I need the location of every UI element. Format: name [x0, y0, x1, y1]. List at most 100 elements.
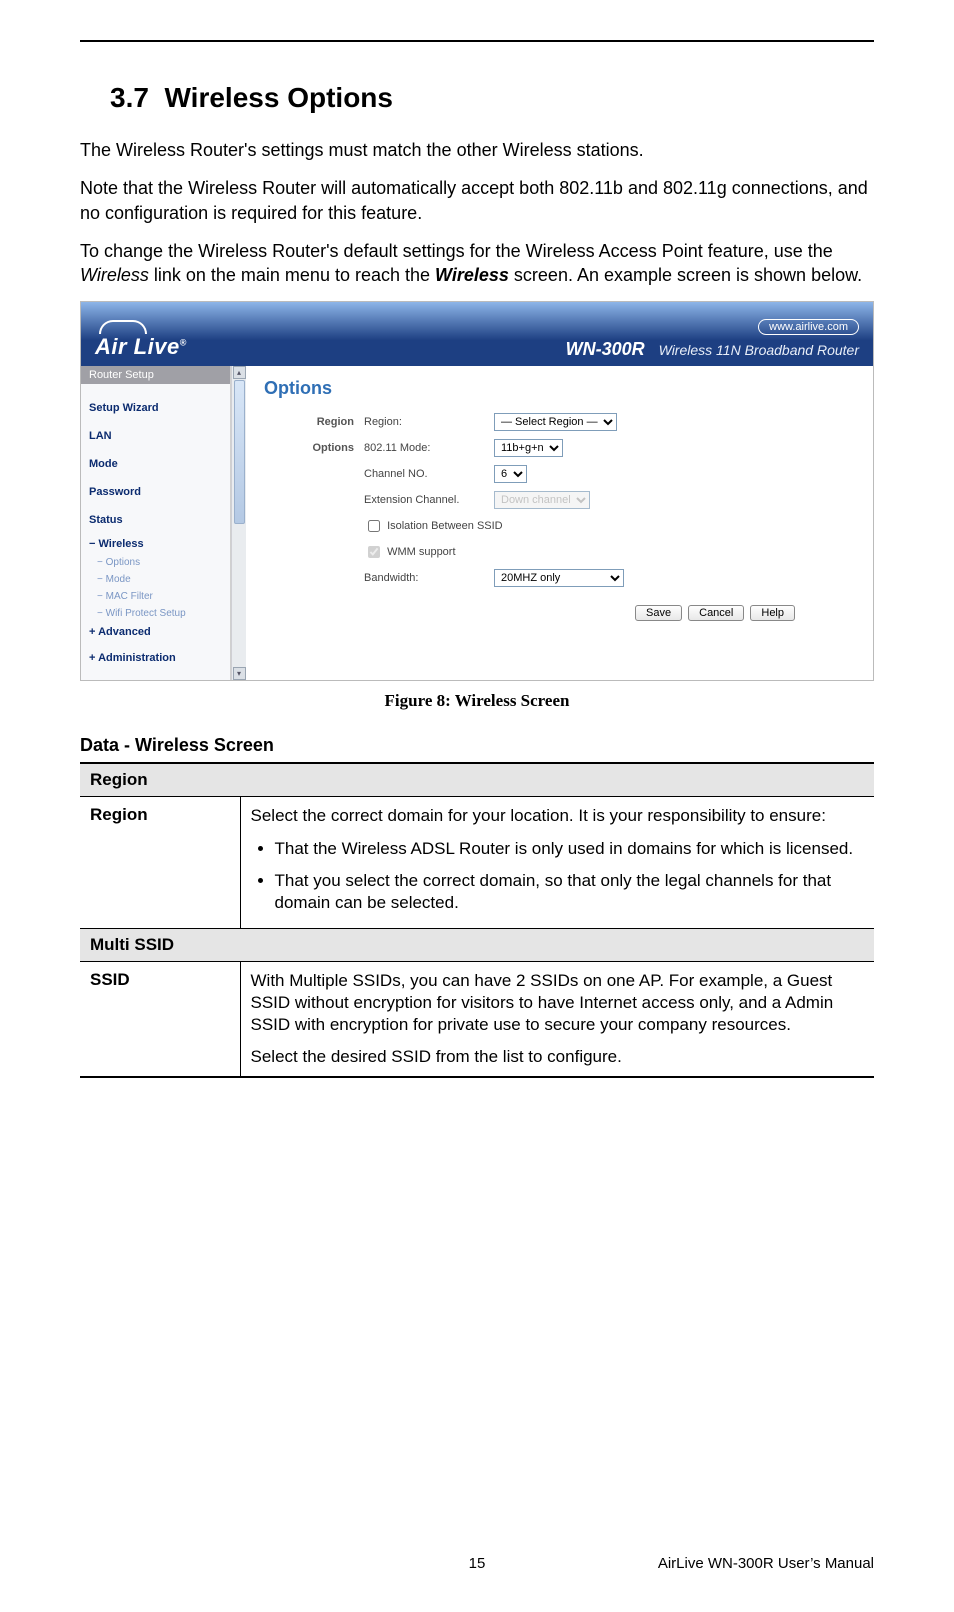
sidebar-item-setup-wizard[interactable]: Setup Wizard	[89, 394, 222, 422]
wmm-label: WMM support	[387, 546, 455, 558]
wmm-row: WMM support	[364, 543, 855, 561]
section-number: 3.7	[110, 82, 149, 113]
data-table: Region Region Select the correct domain …	[80, 762, 874, 1078]
table-row-ssid: SSID With Multiple SSIDs, you can have 2…	[80, 961, 874, 1077]
options-section-label: Options	[264, 442, 364, 454]
row-content: With Multiple SSIDs, you can have 2 SSID…	[240, 961, 874, 1077]
help-button[interactable]: Help	[750, 605, 795, 621]
advanced-prefix: +	[89, 626, 95, 638]
region-section-label: Region	[264, 416, 364, 428]
region-select[interactable]: — Select Region —	[494, 413, 617, 431]
sub-label: MAC Filter	[106, 591, 153, 602]
bandwidth-select[interactable]: 20MHZ only	[494, 569, 624, 587]
advanced-label: Advanced	[98, 626, 151, 638]
ext-channel-select: Down channel	[494, 491, 590, 509]
sub-prefix: −	[97, 574, 103, 585]
sidebar-list: Setup Wizard LAN Mode Password Status − …	[81, 384, 230, 680]
channel-field-label: Channel NO.	[364, 468, 494, 480]
sub-label: Mode	[106, 574, 131, 585]
button-row: Save Cancel Help	[264, 605, 855, 621]
paragraph-1: The Wireless Router's settings must matc…	[80, 138, 874, 162]
sidebar-group-admin[interactable]: + Administration	[89, 642, 222, 668]
router-sidebar: Router Setup Setup Wizard LAN Mode Passw…	[81, 366, 231, 680]
section-title-text: Wireless Options	[165, 82, 393, 113]
logo-text: Air Live	[95, 334, 180, 359]
url-pill[interactable]: www.airlive.com	[758, 319, 859, 335]
router-body: Router Setup Setup Wizard LAN Mode Passw…	[81, 366, 873, 680]
sidebar-item-status[interactable]: Status	[89, 506, 222, 534]
wireless-prefix: −	[89, 538, 95, 550]
row2-p1: With Multiple SSIDs, you can have 2 SSID…	[251, 970, 865, 1036]
form-grid: Region Region: — Select Region — Options…	[264, 413, 855, 587]
figure-caption: Figure 8: Wireless Screen	[80, 691, 874, 711]
save-button[interactable]: Save	[635, 605, 682, 621]
sidebar-group-wireless[interactable]: − Wireless	[89, 534, 222, 554]
sidebar-sub-mac-filter[interactable]: − MAC Filter	[89, 588, 222, 605]
table-row-region: Region Select the correct domain for you…	[80, 797, 874, 928]
row1-p1: Select the correct domain for your locat…	[251, 805, 865, 827]
router-header: Air Live® www.airlive.com WN-300R Wirele…	[81, 302, 873, 366]
sidebar-sub-options[interactable]: − Options	[89, 554, 222, 571]
section-label: Region	[80, 763, 874, 797]
wireless-strong: Wireless	[435, 265, 509, 285]
scroll-up-icon[interactable]: ▴	[233, 366, 246, 379]
model-desc: Wireless 11N Broadband Router	[659, 342, 859, 358]
section-title: 3.7 Wireless Options	[110, 82, 874, 114]
mode-field-label: 802.11 Mode:	[364, 442, 494, 454]
table-section-multissid: Multi SSID	[80, 928, 874, 961]
row-label: Region	[80, 797, 240, 928]
model-number: WN-300R	[566, 339, 645, 360]
admin-label: Administration	[98, 652, 176, 664]
sidebar-item-mode[interactable]: Mode	[89, 450, 222, 478]
page-number: 15	[345, 1555, 610, 1572]
isolation-label: Isolation Between SSID	[387, 520, 503, 532]
mode-select[interactable]: 11b+g+n	[494, 439, 563, 457]
sidebar-title: Router Setup	[81, 366, 230, 384]
row2-p2: Select the desired SSID from the list to…	[251, 1046, 865, 1068]
ext-channel-field-label: Extension Channel.	[364, 494, 494, 506]
top-rule	[80, 40, 874, 42]
wireless-label: Wireless	[99, 538, 144, 550]
para3-c: screen. An example screen is shown below…	[509, 265, 862, 285]
sub-label: Options	[106, 557, 140, 568]
admin-prefix: +	[89, 652, 95, 664]
row1-li1: That the Wireless ADSL Router is only us…	[275, 838, 865, 860]
sidebar-item-lan[interactable]: LAN	[89, 422, 222, 450]
data-heading: Data - Wireless Screen	[80, 735, 874, 756]
sub-prefix: −	[97, 608, 103, 619]
region-field-label: Region:	[364, 416, 494, 428]
sidebar-item-password[interactable]: Password	[89, 478, 222, 506]
header-right: www.airlive.com WN-300R Wireless 11N Bro…	[566, 318, 859, 360]
isolation-checkbox[interactable]	[368, 520, 380, 532]
cancel-button[interactable]: Cancel	[688, 605, 744, 621]
para3-b: link on the main menu to reach the	[149, 265, 435, 285]
sub-prefix: −	[97, 591, 103, 602]
manual-name: AirLive WN-300R User’s Manual	[609, 1555, 874, 1572]
sub-label: Wifi Protect Setup	[106, 608, 186, 619]
logo-reg: ®	[180, 338, 187, 348]
sidebar-group-advanced[interactable]: + Advanced	[89, 622, 222, 642]
scroll-down-icon[interactable]: ▾	[233, 667, 246, 680]
airlive-logo: Air Live®	[95, 320, 187, 360]
paragraph-2: Note that the Wireless Router will autom…	[80, 176, 874, 225]
sidebar-sub-mode[interactable]: − Mode	[89, 571, 222, 588]
row-content: Select the correct domain for your locat…	[240, 797, 874, 928]
wireless-em: Wireless	[80, 265, 149, 285]
router-screenshot: Air Live® www.airlive.com WN-300R Wirele…	[80, 301, 874, 681]
router-content: Options Region Region: — Select Region —…	[246, 366, 873, 680]
isolation-row: Isolation Between SSID	[364, 517, 855, 535]
scroll-thumb[interactable]	[234, 380, 245, 524]
content-title: Options	[264, 378, 855, 399]
bandwidth-field-label: Bandwidth:	[364, 572, 494, 584]
wmm-checkbox	[368, 546, 380, 558]
section-label: Multi SSID	[80, 928, 874, 961]
sidebar-scrollbar[interactable]: ▴ ▾	[231, 366, 246, 680]
channel-select[interactable]: 6	[494, 465, 527, 483]
sub-prefix: −	[97, 557, 103, 568]
airlive-arc-icon	[99, 320, 147, 334]
row-label: SSID	[80, 961, 240, 1077]
sidebar-sub-wifi-protect[interactable]: − Wifi Protect Setup	[89, 605, 222, 622]
airlive-logo-text: Air Live®	[95, 334, 187, 360]
row1-li2: That you select the correct domain, so t…	[275, 870, 865, 914]
page-footer: 15 AirLive WN-300R User’s Manual	[80, 1555, 874, 1572]
